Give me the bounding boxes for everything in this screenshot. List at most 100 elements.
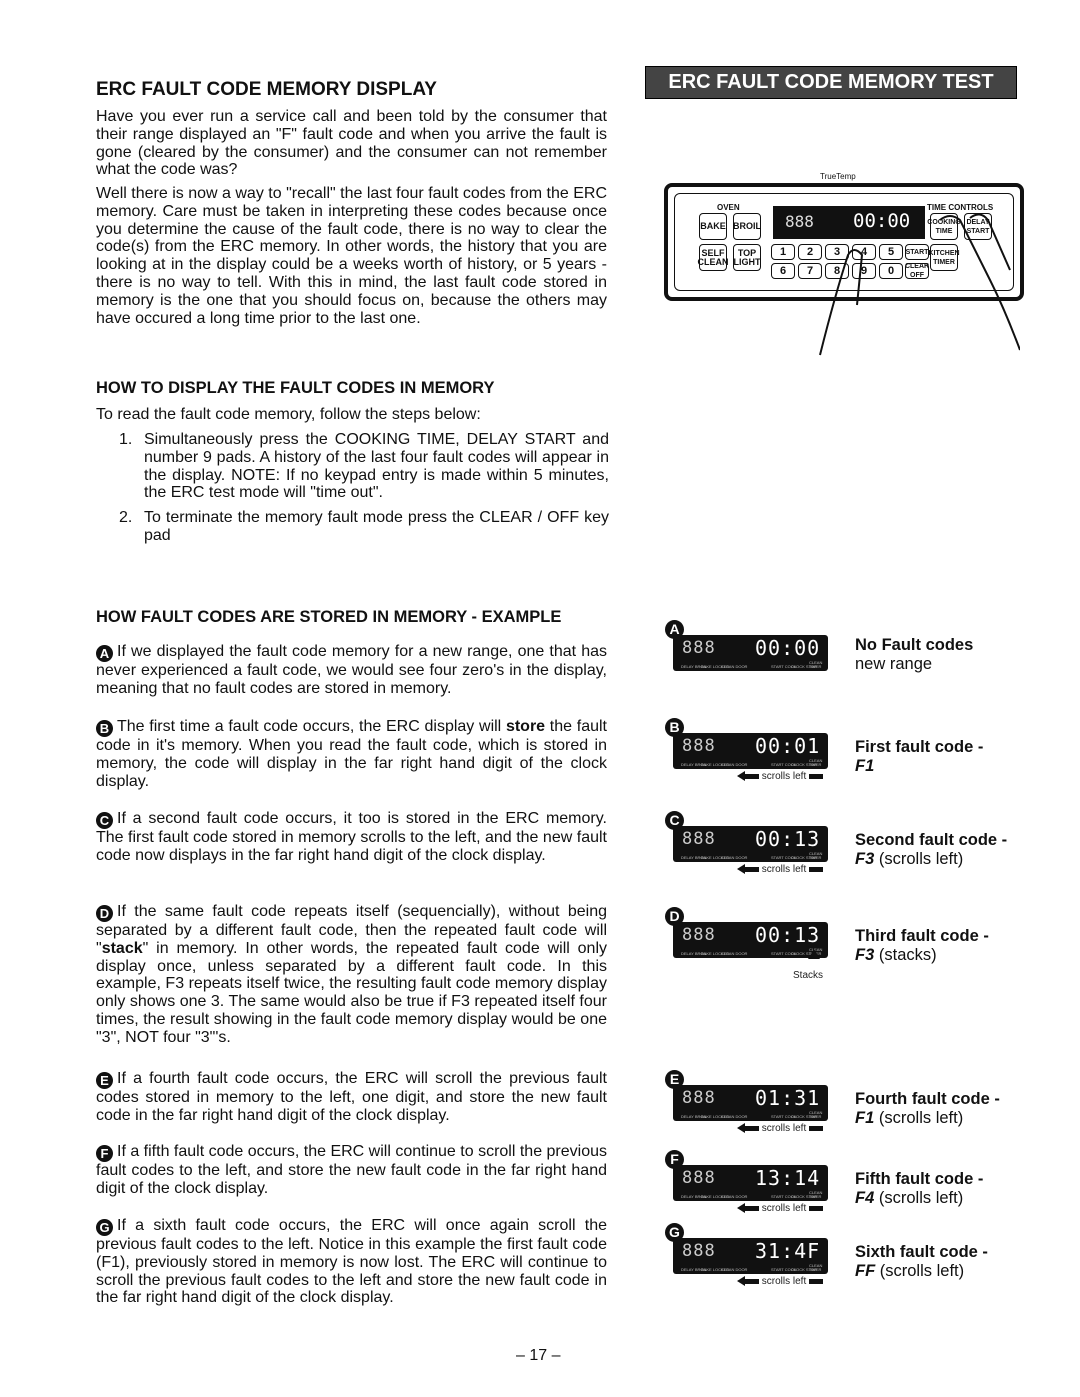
display-clock-digits: 00:00 [755, 636, 821, 660]
emphasis: stack [101, 939, 143, 957]
example-letter-badge: G [96, 1219, 113, 1236]
self-clean-key[interactable]: SELF CLEAN [698, 244, 729, 271]
arrow-bar [745, 1205, 759, 1211]
fault-label-title: Third fault code - [855, 927, 989, 945]
fault-label-sub: (scrolls left) [878, 1189, 964, 1207]
fault-label: No Fault codes new range [855, 636, 973, 674]
scroll-note-text: scrolls left [761, 1203, 807, 1214]
example-paragraph: E If a fourth fault code occurs, the ERC … [96, 1070, 607, 1125]
example-paragraph: A If we displayed the fault code memory f… [96, 643, 607, 698]
indicator-label: CLEAN DOOR [721, 1114, 748, 1119]
display-clock-digits: 00:13 [755, 827, 821, 851]
up-arrow-icon [808, 949, 820, 959]
stacks-note: Stacks [793, 970, 824, 981]
indicator-label: CLEAN DOOR [721, 1267, 748, 1272]
hand-illustration [819, 213, 1020, 356]
scroll-note: scrolls left [737, 771, 824, 782]
fault-code: F3 [855, 850, 875, 868]
fault-label: First fault code - F1 [855, 738, 983, 776]
indicator-label: CLEAN TIMER [809, 1190, 823, 1199]
fault-label-sub: (scrolls left) [878, 1109, 964, 1127]
example-paragraph: C If a second fault code occurs, it too i… [96, 810, 607, 865]
top-light-key[interactable]: TOP LIGHT [733, 244, 761, 271]
example-text: If a fifth fault code occurs, the ERC wi… [96, 1143, 608, 1197]
fault-label-sub: new range [855, 655, 933, 673]
display-left-digits: 888 [682, 1168, 716, 1188]
example-letter-badge: B [96, 720, 113, 737]
scroll-note: scrolls left [737, 1203, 824, 1214]
brand-label: TrueTemp [820, 172, 856, 181]
indicator-label: CLEAN DOOR [721, 1194, 748, 1199]
fault-label-title: No Fault codes [855, 636, 974, 654]
fault-code: FF [855, 1262, 876, 1280]
paragraph: Well there is now a way to "recall" the … [96, 185, 607, 327]
bar-icon [809, 1205, 824, 1211]
example-letter-badge: C [96, 812, 113, 829]
display-clock-digits: 00:01 [755, 734, 821, 758]
bake-key[interactable]: BAKE [699, 213, 727, 240]
example-text: If a sixth fault code occurs, the ERC wi… [96, 1217, 607, 1307]
fault-label: Third fault code - F3 (stacks) [855, 927, 989, 965]
indicator-label: CLEAN TIMER [809, 1110, 823, 1119]
display-left-digits: 888 [682, 925, 716, 945]
left-arrow-icon [737, 864, 745, 875]
fault-display: 888 01:31 DELAY BROIL BAKE LOCKED CLEAN … [673, 1085, 828, 1121]
number-key-6[interactable]: 6 [771, 263, 795, 279]
section-title: ERC FAULT CODE MEMORY DISPLAY [96, 79, 437, 100]
bar-icon [809, 1278, 824, 1284]
step-number: 2. [119, 509, 133, 526]
fault-display: 888 00:13 DELAY BROIL BAKE LOCKED CLEAN … [673, 922, 828, 958]
indicator-label: CLEAN DOOR [721, 951, 748, 956]
fault-display: 888 00:13 DELAY BROIL BAKE LOCKED CLEAN … [673, 826, 828, 862]
left-arrow-icon [737, 1276, 745, 1287]
arrow-bar [745, 866, 759, 872]
display-left-digits: 888 [682, 736, 716, 756]
step-item: 2. To terminate the memory fault mode pre… [119, 509, 609, 545]
number-key-1[interactable]: 1 [771, 244, 795, 260]
display-left-digits: 888 [682, 638, 716, 658]
indicator-label: CLEAN DOOR [721, 664, 748, 669]
bar-icon [809, 773, 824, 779]
display-clock-digits: 00:13 [755, 923, 821, 947]
bar-icon [809, 866, 824, 872]
indicator-label: CLEAN TIMER [809, 758, 823, 767]
arrow-bar [745, 1278, 759, 1284]
example-text: " in memory. In other words, the repeate… [96, 939, 607, 1046]
fault-label: Fifth fault code - F4 (scrolls left) [855, 1170, 983, 1208]
fault-label-title: First fault code - [855, 738, 984, 756]
fault-label-title: Fourth fault code - [855, 1090, 1000, 1108]
example-text: If a fourth fault code occurs, the ERC w… [96, 1070, 607, 1124]
scroll-note: scrolls left [737, 864, 824, 875]
indicator-label: CLEAN TIMER [809, 851, 823, 860]
step-number: 1. [119, 431, 133, 448]
display-clock-digits: 01:31 [755, 1086, 821, 1110]
step-item: 1. Simultaneously press the COOKING TIME,… [119, 431, 609, 502]
example-letter-badge: A [96, 645, 113, 662]
indicator-label: CLEAN DOOR [721, 762, 748, 767]
oven-label: OVEN [717, 203, 740, 212]
page-number: – 17 – [516, 1347, 561, 1364]
indicator-label: CLEAN TIMER [809, 1263, 823, 1272]
fault-label: Second fault code - F3 (scrolls left) [855, 831, 1007, 869]
fault-label-sub: (stacks) [878, 946, 937, 964]
bar-icon [809, 1125, 824, 1131]
paragraph: Have you ever run a service call and bee… [96, 108, 607, 179]
broil-key[interactable]: BROIL [733, 213, 761, 240]
subsection-title: HOW TO DISPLAY THE FAULT CODES IN MEMORY [96, 379, 495, 397]
left-arrow-icon [737, 771, 745, 782]
paragraph: To read the fault code memory, follow th… [96, 406, 481, 423]
indicator-label: CLEAN DOOR [721, 855, 748, 860]
manual-page: ERC FAULT CODE MEMORY DISPLAY Have you e… [0, 0, 1080, 1397]
display-left-digits: 888 [682, 1088, 716, 1108]
example-text: If we displayed the fault code memory fo… [96, 643, 607, 697]
example-paragraph: F If a fifth fault code occurs, the ERC w… [96, 1143, 607, 1198]
fault-display: 888 00:00 DELAY BROIL BAKE LOCKED CLEAN … [673, 635, 828, 671]
emphasis: store [505, 718, 546, 735]
scroll-note-text: scrolls left [761, 1276, 807, 1287]
fault-label-title: Sixth fault code - [855, 1243, 988, 1261]
step-text: To terminate the memory fault mode press… [144, 509, 609, 544]
fault-code: F1 [855, 1109, 875, 1127]
example-letter-badge: E [96, 1072, 113, 1089]
example-paragraph: B The first time a fault code occurs, the… [96, 718, 607, 790]
scroll-note: scrolls left [737, 1276, 824, 1287]
